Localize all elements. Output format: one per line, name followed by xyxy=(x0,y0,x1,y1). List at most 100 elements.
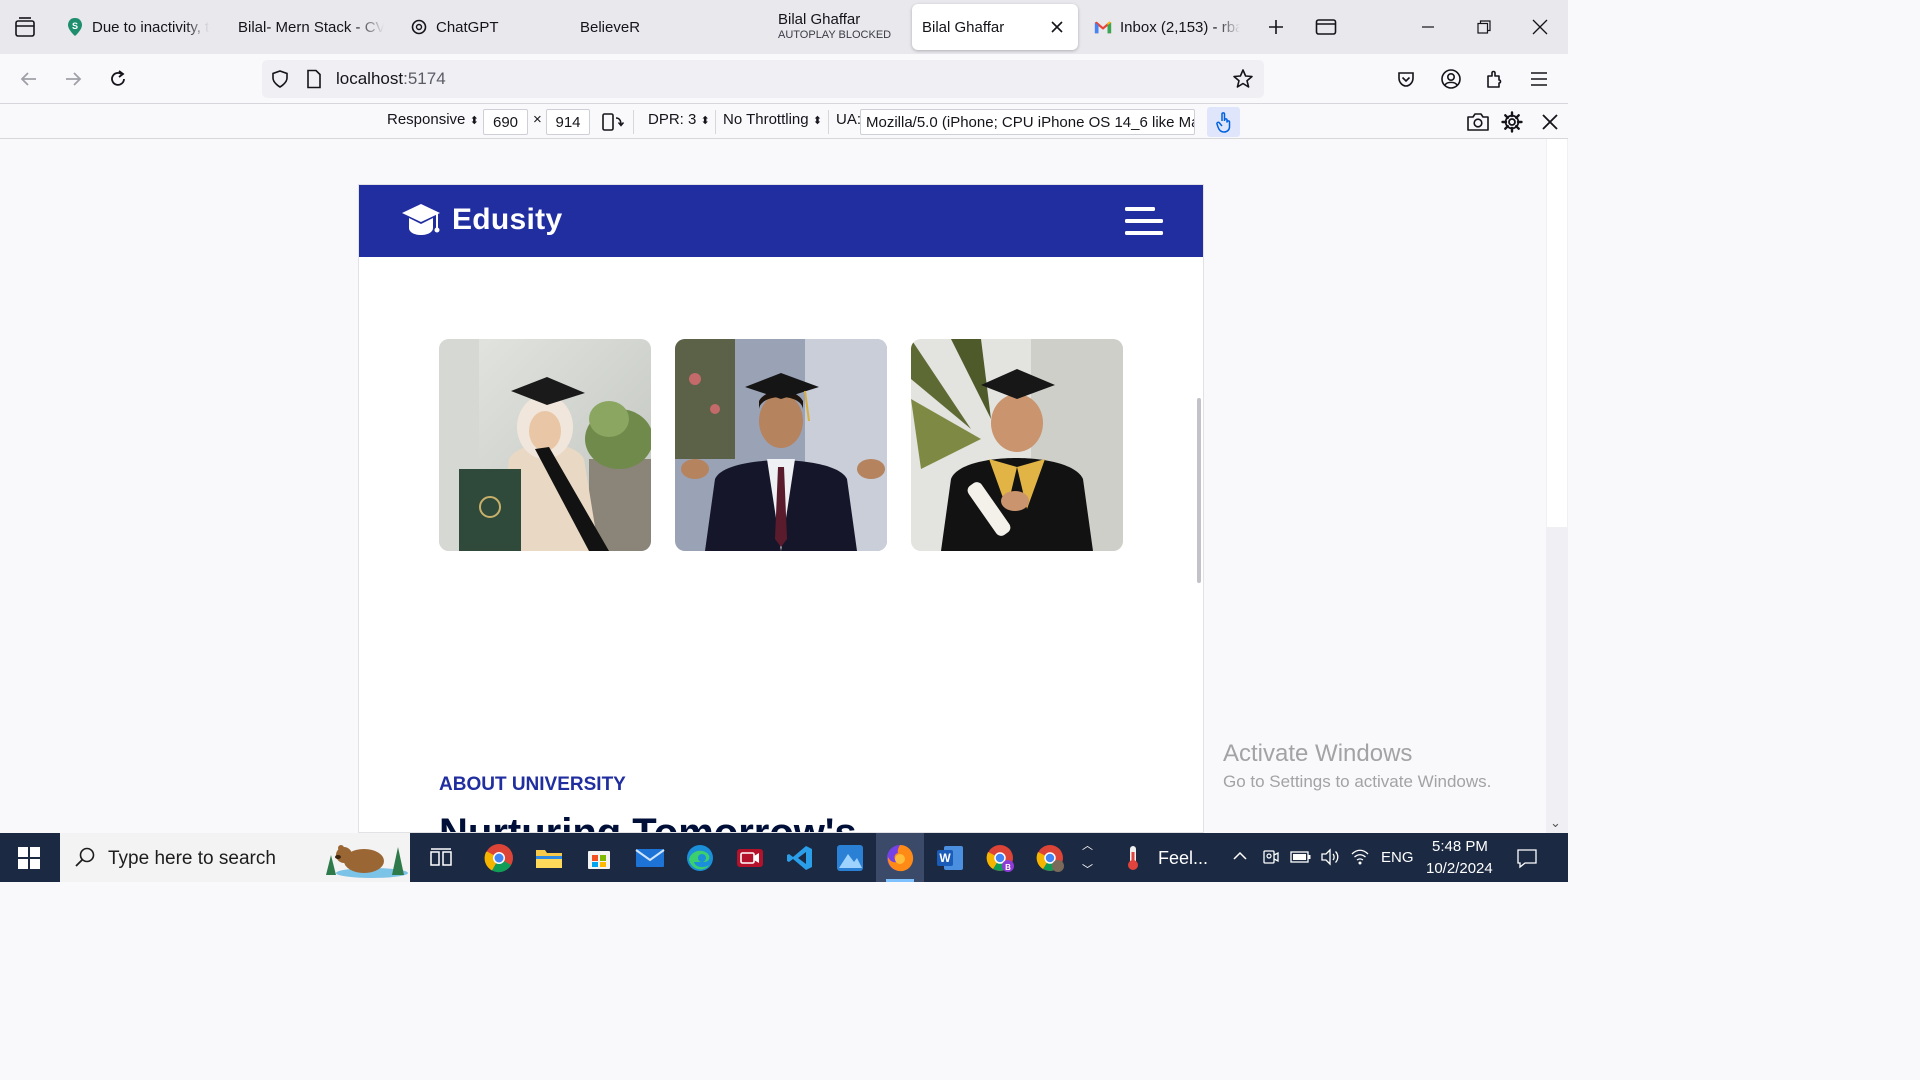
tab-mern-cv[interactable]: Bilal- Mern Stack - CV xyxy=(238,4,384,50)
task-view-icon[interactable] xyxy=(424,841,458,875)
tab-title: Inbox (2,153) - rba xyxy=(1120,18,1240,36)
viewport-height-input[interactable]: 914 xyxy=(546,109,590,135)
clock-date[interactable]: 10/2/2024 xyxy=(1426,860,1493,877)
wifi-icon[interactable] xyxy=(1350,848,1370,871)
meet-now-icon[interactable] xyxy=(1262,848,1280,871)
tab-title: ChatGPT xyxy=(436,18,499,36)
graduate-photo-1 xyxy=(439,339,651,551)
edge-icon[interactable] xyxy=(683,841,717,875)
navigation-toolbar: localhost:5174 xyxy=(0,54,1568,104)
tab-inactivity[interactable]: S Due to inactivity, t xyxy=(66,4,216,50)
tab-title: Bilal Ghaffar xyxy=(922,18,1005,36)
activate-windows-subtitle: Go to Settings to activate Windows. xyxy=(1223,772,1492,791)
bear-illustration-icon xyxy=(322,837,408,882)
taskbar-search-box[interactable]: Type here to search xyxy=(60,833,410,882)
user-agent-input[interactable]: Mozilla/5.0 (iPhone; CPU iPhone OS 14_6 … xyxy=(860,109,1195,135)
url-host: localhost xyxy=(336,69,404,88)
device-viewport: Edusity ABOUT UNIVERSITY Nurturing Tomor… xyxy=(358,184,1204,833)
language-indicator[interactable]: ENG xyxy=(1381,849,1414,866)
svg-text:S: S xyxy=(72,21,78,31)
ua-label: UA: xyxy=(836,111,862,128)
search-placeholder: Type here to search xyxy=(108,848,276,869)
weather-text[interactable]: Feel... xyxy=(1158,848,1208,869)
account-icon[interactable] xyxy=(1435,63,1467,95)
touch-simulation-icon[interactable] xyxy=(1207,107,1240,137)
word-icon[interactable]: W xyxy=(933,841,967,875)
page-scrollbar[interactable]: ⌄ xyxy=(1546,139,1568,833)
about-section-title: Nurturing Tomorrow's xyxy=(439,811,857,833)
tab-believer[interactable]: BelieveR xyxy=(580,4,700,50)
dpr-selector[interactable]: DPR: 3 ⬍ xyxy=(648,111,710,128)
taskbar-scroll-down-icon[interactable]: ﹀ xyxy=(1082,861,1093,877)
vscode-icon[interactable] xyxy=(783,841,817,875)
viewport-scrollbar[interactable] xyxy=(1197,398,1201,583)
screen-recorder-icon[interactable] xyxy=(733,841,767,875)
forward-arrow-icon[interactable] xyxy=(57,63,89,95)
app-menu-icon[interactable] xyxy=(1523,63,1555,95)
rotate-viewport-icon[interactable] xyxy=(601,112,625,136)
back-arrow-icon[interactable] xyxy=(13,63,45,95)
tab-title: BelieveR xyxy=(580,18,641,36)
throttling-selector[interactable]: No Throttling ⬍ xyxy=(723,111,822,128)
responsive-design-toolbar: Responsive ⬍ 690 × 914 DPR: 3 ⬍ No Throt… xyxy=(0,104,1568,139)
file-explorer-icon[interactable] xyxy=(532,841,566,875)
tab-bilal-autoplay[interactable]: Bilal Ghaffar AUTOPLAY BLOCKED xyxy=(778,4,898,50)
windows-start-icon[interactable] xyxy=(18,847,40,874)
page-info-icon[interactable] xyxy=(306,69,322,94)
hamburger-menu-icon[interactable] xyxy=(1123,205,1163,242)
chrome-profile-icon[interactable] xyxy=(1033,841,1067,875)
firefox-icon[interactable] xyxy=(883,841,917,875)
microsoft-store-icon[interactable] xyxy=(582,841,616,875)
url-bar[interactable]: localhost:5174 xyxy=(262,60,1264,98)
pocket-icon[interactable] xyxy=(1390,63,1422,95)
extensions-icon[interactable] xyxy=(1479,63,1511,95)
settings-gear-icon[interactable] xyxy=(1501,111,1523,137)
svg-text:B: B xyxy=(1005,863,1011,872)
throttling-label: No Throttling xyxy=(723,111,809,128)
activate-windows-title: Activate Windows xyxy=(1223,740,1413,767)
scrollbar-thumb[interactable] xyxy=(1547,139,1567,527)
url-text[interactable]: localhost:5174 xyxy=(336,69,446,89)
notifications-icon[interactable] xyxy=(1516,847,1538,874)
scroll-down-icon[interactable]: ⌄ xyxy=(1550,815,1561,831)
autoplay-blocked-label: AUTOPLAY BLOCKED xyxy=(778,29,892,41)
chrome-icon[interactable] xyxy=(482,841,516,875)
taskbar-scroll-up-icon[interactable]: ︿ xyxy=(1082,837,1093,853)
search-icon xyxy=(74,846,96,873)
graduation-cap-icon xyxy=(401,202,441,245)
firefox-view-icon[interactable] xyxy=(1313,15,1339,39)
windows-taskbar: Type here to search W B ︿ ﹀ Feel... ENG … xyxy=(0,833,1568,882)
tab-list-icon[interactable] xyxy=(12,15,38,41)
openai-icon xyxy=(410,18,428,36)
mail-icon[interactable] xyxy=(633,841,667,875)
minimize-window-icon[interactable] xyxy=(1400,0,1456,54)
chrome-profile-b-icon[interactable]: B xyxy=(983,841,1017,875)
battery-icon[interactable] xyxy=(1290,849,1312,870)
tab-strip: S Due to inactivity, t Bilal- Mern Stack… xyxy=(0,0,1568,54)
close-window-icon[interactable] xyxy=(1512,0,1568,54)
show-hidden-icons-icon[interactable] xyxy=(1232,848,1248,869)
graduate-photo-3 xyxy=(911,339,1123,551)
gmail-icon xyxy=(1094,18,1112,36)
device-selector[interactable]: Responsive ⬍ xyxy=(387,111,479,128)
tracking-shield-icon[interactable] xyxy=(270,69,290,94)
weather-thermometer-icon[interactable] xyxy=(1116,841,1150,875)
reload-icon[interactable] xyxy=(102,63,134,95)
tab-chatgpt[interactable]: ChatGPT xyxy=(410,4,530,50)
tab-bilal-active[interactable]: Bilal Ghaffar xyxy=(912,4,1078,50)
site-logo-text[interactable]: Edusity xyxy=(452,203,562,237)
close-rdm-icon[interactable] xyxy=(1541,113,1559,135)
close-tab-icon[interactable] xyxy=(1046,16,1068,38)
tab-title: Bilal Ghaffar xyxy=(778,11,861,28)
photos-app-icon[interactable] xyxy=(833,841,867,875)
new-tab-icon[interactable] xyxy=(1264,15,1288,39)
graduate-photo-2 xyxy=(675,339,887,551)
url-port: :5174 xyxy=(403,69,446,88)
viewport-width-input[interactable]: 690 xyxy=(483,109,528,135)
clock-time[interactable]: 5:48 PM xyxy=(1432,838,1488,855)
tab-gmail-inbox[interactable]: Inbox (2,153) - rba xyxy=(1094,4,1240,50)
screenshot-camera-icon[interactable] xyxy=(1466,111,1490,137)
volume-icon[interactable] xyxy=(1320,848,1340,871)
bookmark-star-icon[interactable] xyxy=(1232,68,1254,95)
restore-window-icon[interactable] xyxy=(1456,0,1512,54)
